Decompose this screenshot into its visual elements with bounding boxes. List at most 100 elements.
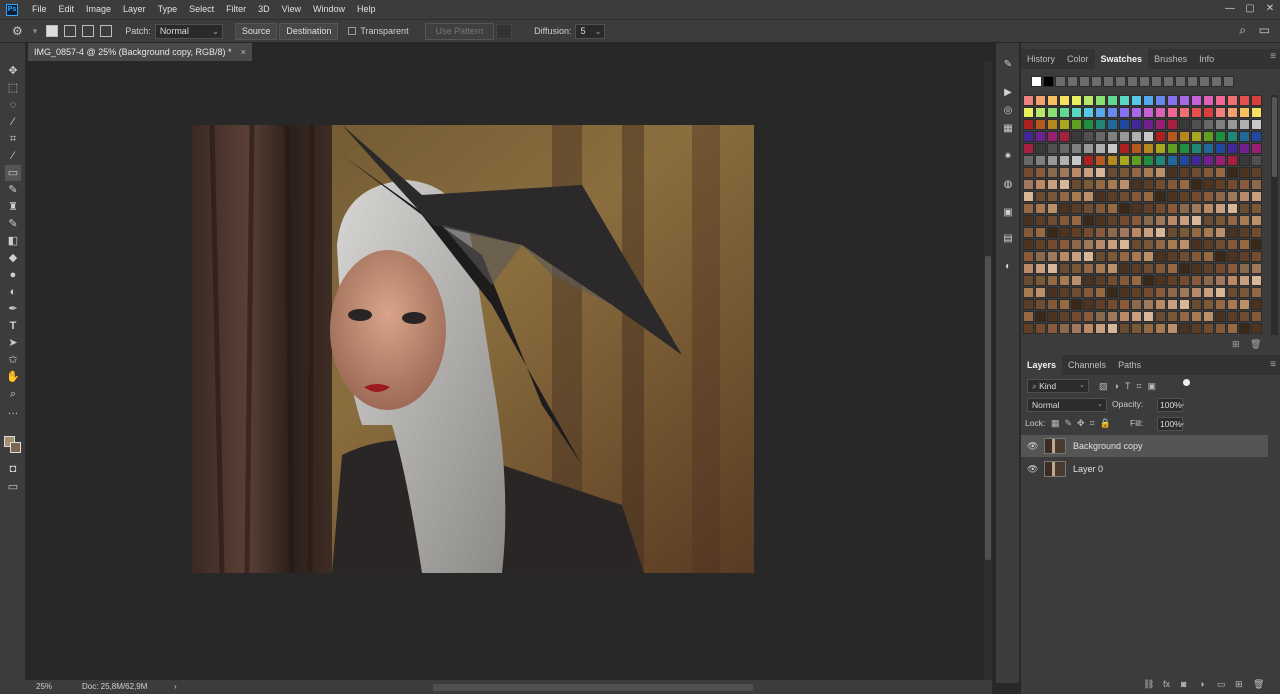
- adjustments-icon[interactable]: ✷: [1002, 151, 1014, 163]
- recent-swatch[interactable]: [1163, 76, 1174, 87]
- swatch[interactable]: [1083, 215, 1094, 226]
- swatch[interactable]: [1047, 95, 1058, 106]
- swatch[interactable]: [1119, 311, 1130, 322]
- tab-color[interactable]: Color: [1061, 49, 1095, 69]
- swatch[interactable]: [1107, 287, 1118, 298]
- swatch[interactable]: [1203, 131, 1214, 142]
- libraries-icon[interactable]: ▤: [1002, 233, 1014, 245]
- swatch[interactable]: [1023, 227, 1034, 238]
- swatch[interactable]: [1251, 299, 1262, 310]
- swatch[interactable]: [1203, 107, 1214, 118]
- swatch[interactable]: [1227, 167, 1238, 178]
- swatch[interactable]: [1203, 143, 1214, 154]
- swatch[interactable]: [1071, 263, 1082, 274]
- swatch[interactable]: [1227, 251, 1238, 262]
- swatch[interactable]: [1059, 287, 1070, 298]
- swatch[interactable]: [1083, 287, 1094, 298]
- swatch[interactable]: [1215, 155, 1226, 166]
- swatch[interactable]: [1071, 131, 1082, 142]
- swatch[interactable]: [1155, 227, 1166, 238]
- swatch[interactable]: [1059, 179, 1070, 190]
- swatch[interactable]: [1143, 203, 1154, 214]
- swatch[interactable]: [1143, 263, 1154, 274]
- swatch[interactable]: [1251, 119, 1262, 130]
- close-button[interactable]: ✕: [1260, 0, 1280, 19]
- swatch[interactable]: [1251, 251, 1262, 262]
- swatch[interactable]: [1131, 215, 1142, 226]
- swatch[interactable]: [1047, 227, 1058, 238]
- recent-swatch[interactable]: [1187, 76, 1198, 87]
- swatch[interactable]: [1143, 107, 1154, 118]
- maximize-button[interactable]: ▢: [1240, 0, 1260, 19]
- swatch[interactable]: [1095, 155, 1106, 166]
- swatch[interactable]: [1203, 251, 1214, 262]
- swatch[interactable]: [1047, 191, 1058, 202]
- recent-swatch[interactable]: [1115, 76, 1126, 87]
- swatch[interactable]: [1023, 311, 1034, 322]
- menu-image[interactable]: Image: [80, 0, 117, 19]
- swatch[interactable]: [1227, 311, 1238, 322]
- swatch[interactable]: [1083, 203, 1094, 214]
- swatch[interactable]: [1107, 107, 1118, 118]
- swatch[interactable]: [1239, 263, 1250, 274]
- magic-wand-tool-icon[interactable]: ⁄: [5, 114, 21, 130]
- swatch[interactable]: [1179, 131, 1190, 142]
- swatch[interactable]: [1047, 155, 1058, 166]
- styles-icon[interactable]: ◍: [1002, 179, 1014, 191]
- swatch[interactable]: [1251, 239, 1262, 250]
- swatch[interactable]: [1215, 119, 1226, 130]
- layer-filter-select[interactable]: ⌕ Kind ⌄: [1027, 379, 1089, 393]
- swatch[interactable]: [1119, 107, 1130, 118]
- new-layer-icon[interactable]: ⊞: [1235, 679, 1243, 690]
- swatch[interactable]: [1179, 239, 1190, 250]
- swatch[interactable]: [1119, 323, 1130, 334]
- swatch[interactable]: [1143, 311, 1154, 322]
- swatch[interactable]: [1071, 203, 1082, 214]
- actions-play-icon[interactable]: ▶: [1002, 87, 1014, 99]
- swatch[interactable]: [1023, 155, 1034, 166]
- swatch[interactable]: [1059, 299, 1070, 310]
- swatch[interactable]: [1083, 191, 1094, 202]
- swatch[interactable]: [1095, 107, 1106, 118]
- swatch[interactable]: [1155, 299, 1166, 310]
- workspace-icon[interactable]: ▭: [1259, 23, 1270, 37]
- swatch[interactable]: [1239, 227, 1250, 238]
- swatch[interactable]: [1251, 323, 1262, 334]
- swatch[interactable]: [1143, 287, 1154, 298]
- lock-icons[interactable]: ▦✎✥⌗🔒: [1051, 418, 1116, 429]
- swatch[interactable]: [1167, 263, 1178, 274]
- swatch[interactable]: [1215, 287, 1226, 298]
- swatch[interactable]: [1023, 167, 1034, 178]
- swatch[interactable]: [1071, 299, 1082, 310]
- swatch[interactable]: [1095, 263, 1106, 274]
- swatch[interactable]: [1131, 143, 1142, 154]
- swatch[interactable]: [1179, 203, 1190, 214]
- swatch[interactable]: [1251, 179, 1262, 190]
- swatch[interactable]: [1035, 239, 1046, 250]
- swatch[interactable]: [1071, 155, 1082, 166]
- swatch[interactable]: [1251, 215, 1262, 226]
- swatch[interactable]: [1179, 299, 1190, 310]
- swatch[interactable]: [1167, 215, 1178, 226]
- swatch[interactable]: [1227, 155, 1238, 166]
- swatch[interactable]: [1047, 239, 1058, 250]
- swatch[interactable]: [1047, 215, 1058, 226]
- new-group-icon[interactable]: ▭: [1217, 679, 1226, 690]
- vertical-scroll-thumb[interactable]: [985, 256, 991, 560]
- swatch[interactable]: [1131, 323, 1142, 334]
- blend-mode-select[interactable]: Normal ⌄: [1027, 398, 1107, 412]
- swatch[interactable]: [1095, 215, 1106, 226]
- swatch[interactable]: [1035, 95, 1046, 106]
- swatch[interactable]: [1035, 203, 1046, 214]
- swatch[interactable]: [1179, 119, 1190, 130]
- swatch[interactable]: [1107, 191, 1118, 202]
- recent-swatch[interactable]: [1211, 76, 1222, 87]
- swatch[interactable]: [1191, 227, 1202, 238]
- swatch[interactable]: [1191, 131, 1202, 142]
- swatch[interactable]: [1023, 143, 1034, 154]
- use-pattern-button[interactable]: Use Pattern: [424, 22, 495, 40]
- swatch[interactable]: [1203, 299, 1214, 310]
- swatch[interactable]: [1191, 299, 1202, 310]
- swatch[interactable]: [1035, 215, 1046, 226]
- swatch[interactable]: [1179, 323, 1190, 334]
